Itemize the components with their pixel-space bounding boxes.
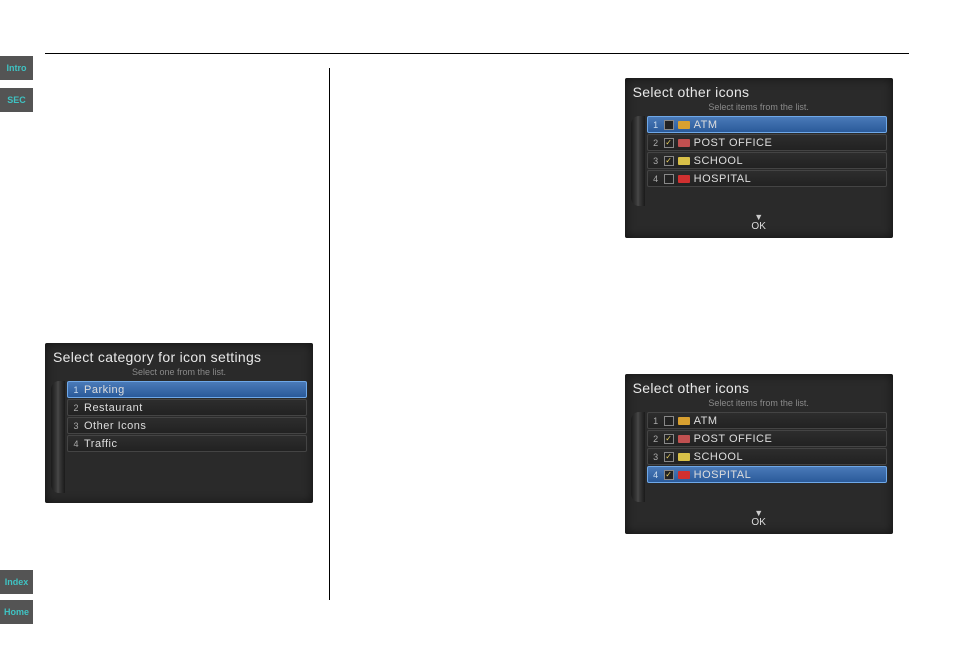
row-number: 2 (652, 138, 660, 148)
list-item-post-office[interactable]: 2 POST OFFICE (647, 134, 887, 151)
school-icon (678, 453, 690, 461)
nav-list: 1 ATM 2 POST OFFICE 3 (647, 412, 887, 502)
list-item-school[interactable]: 3 SCHOOL (647, 448, 887, 465)
post-office-icon (678, 435, 690, 443)
column-3: Select other icons Select items from the… (625, 68, 909, 600)
row-label: POST OFFICE (694, 433, 882, 445)
row-label: HOSPITAL (694, 173, 882, 185)
row-label: ATM (694, 415, 882, 427)
checkbox-icon[interactable] (664, 416, 674, 426)
list-item-restaurant[interactable]: 2 Restaurant (67, 399, 307, 416)
row-label: SCHOOL (694, 155, 882, 167)
nav-body: 1 ATM 2 POST OFFICE 3 (625, 412, 893, 508)
list-item-post-office[interactable]: 2 POST OFFICE (647, 430, 887, 447)
nav-subtitle: Select items from the list. (625, 102, 893, 112)
column-1: Select category for icon settings Select… (45, 68, 329, 600)
row-number: 3 (652, 156, 660, 166)
list-item-atm[interactable]: 1 ATM (647, 412, 887, 429)
nav-title: Select other icons (625, 374, 893, 398)
checkbox-icon[interactable] (664, 434, 674, 444)
row-number: 2 (72, 403, 80, 413)
row-number: 3 (652, 452, 660, 462)
tab-sec[interactable]: SEC (0, 88, 33, 112)
checkbox-icon[interactable] (664, 174, 674, 184)
tab-index[interactable]: Index (0, 570, 33, 594)
atm-icon (678, 121, 690, 129)
row-label: HOSPITAL (694, 469, 882, 481)
row-number: 4 (652, 174, 660, 184)
list-item-other-icons[interactable]: 3 Other Icons (67, 417, 307, 434)
nav-body: 1 Parking 2 Restaurant 3 Other Icons 4 T… (45, 381, 313, 499)
ok-button[interactable]: OK (625, 212, 893, 234)
list-item-traffic[interactable]: 4 Traffic (67, 435, 307, 452)
atm-icon (678, 417, 690, 425)
checkbox-icon[interactable] (664, 120, 674, 130)
post-office-icon (678, 139, 690, 147)
row-number: 1 (652, 120, 660, 130)
scroll-wheel[interactable] (631, 412, 645, 502)
nav-screen-icons-bottom: Select other icons Select items from the… (625, 374, 893, 534)
school-icon (678, 157, 690, 165)
tab-intro[interactable]: Intro (0, 56, 33, 80)
list-item-atm[interactable]: 1 ATM (647, 116, 887, 133)
nav-body: 1 ATM 2 POST OFFICE 3 (625, 116, 893, 212)
scroll-wheel[interactable] (631, 116, 645, 206)
nav-list: 1 Parking 2 Restaurant 3 Other Icons 4 T… (67, 381, 307, 493)
nav-subtitle: Select one from the list. (45, 367, 313, 377)
checkbox-icon[interactable] (664, 452, 674, 462)
row-number: 2 (652, 434, 660, 444)
list-item-hospital[interactable]: 4 HOSPITAL (647, 170, 887, 187)
scroll-wheel[interactable] (51, 381, 65, 493)
checkbox-icon[interactable] (664, 138, 674, 148)
hospital-icon (678, 175, 690, 183)
row-label: Other Icons (84, 420, 302, 432)
list-item-hospital[interactable]: 4 HOSPITAL (647, 466, 887, 483)
divider-top (45, 53, 909, 54)
row-label: ATM (694, 119, 882, 131)
row-label: Parking (84, 384, 302, 396)
row-label: SCHOOL (694, 451, 882, 463)
row-label: POST OFFICE (694, 137, 882, 149)
row-number: 4 (652, 470, 660, 480)
column-2 (329, 68, 624, 600)
hospital-icon (678, 471, 690, 479)
main-content: Select category for icon settings Select… (45, 68, 909, 600)
row-number: 3 (72, 421, 80, 431)
checkbox-icon[interactable] (664, 470, 674, 480)
checkbox-icon[interactable] (664, 156, 674, 166)
row-number: 4 (72, 439, 80, 449)
nav-screen-category: Select category for icon settings Select… (45, 343, 313, 503)
list-item-parking[interactable]: 1 Parking (67, 381, 307, 398)
nav-subtitle: Select items from the list. (625, 398, 893, 408)
row-label: Traffic (84, 438, 302, 450)
ok-button[interactable]: OK (625, 508, 893, 530)
nav-title: Select category for icon settings (45, 343, 313, 367)
nav-title: Select other icons (625, 78, 893, 102)
row-number: 1 (652, 416, 660, 426)
nav-list: 1 ATM 2 POST OFFICE 3 (647, 116, 887, 206)
nav-screen-icons-top: Select other icons Select items from the… (625, 78, 893, 238)
tab-home[interactable]: Home (0, 600, 33, 624)
row-number: 1 (72, 385, 80, 395)
list-item-school[interactable]: 3 SCHOOL (647, 152, 887, 169)
row-label: Restaurant (84, 402, 302, 414)
